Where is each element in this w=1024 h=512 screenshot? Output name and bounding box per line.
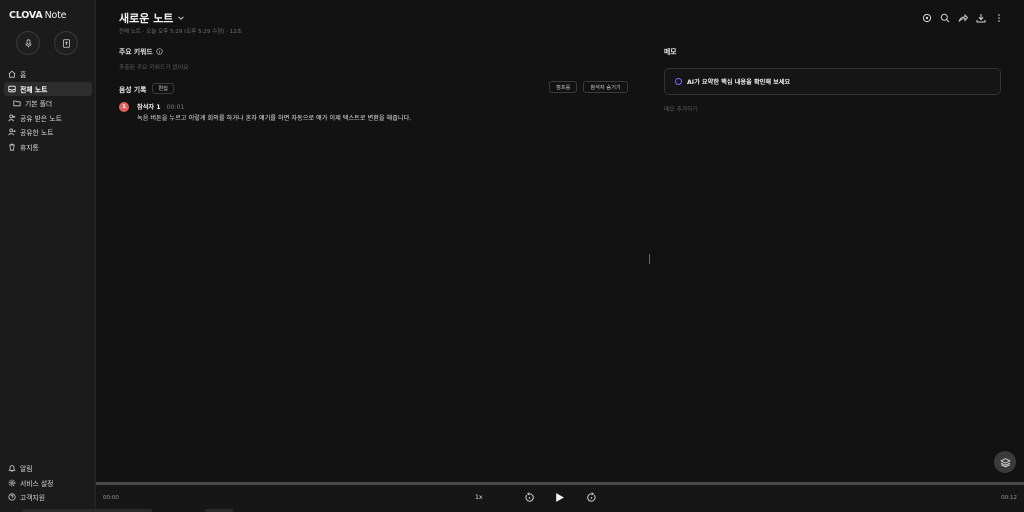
pane-resize-handle[interactable]: [649, 254, 650, 264]
gear-icon: [8, 479, 16, 486]
ai-summary-card[interactable]: AI가 요약한 핵심 내용을 확인해 보세요: [664, 68, 1001, 95]
playback-speed[interactable]: 1x: [475, 494, 483, 501]
note-toolbar: [921, 12, 1004, 23]
sidebar-nav: 홈 전체 노트 기본 폴더 공유 받은 노트 공유한 노트 휴지통: [4, 67, 92, 154]
search-icon: [940, 13, 949, 22]
microphone-icon: [25, 38, 31, 47]
sidebar: CLOVANote 홈 전체 노트 기본 폴더 공유 받은 노트 공유한 노트: [0, 0, 96, 512]
rewind-button[interactable]: [523, 491, 535, 503]
ai-summary-text: AI가 요약한 핵심 내용을 확인해 보세요: [687, 79, 791, 86]
inbox-icon: [8, 85, 16, 92]
keywords-title: 주요 키워드: [119, 46, 163, 56]
sidebar-item-settings[interactable]: 서비스 설정: [4, 476, 92, 490]
sidebar-item-label: 공유 받은 노트: [20, 114, 62, 123]
layers-button[interactable]: [994, 451, 1016, 473]
sidebar-item-label: 홈: [20, 71, 27, 79]
logo-bold: CLOVA: [9, 10, 43, 21]
download-button[interactable]: [975, 12, 986, 23]
forward-5-icon: [586, 491, 595, 502]
memo-add[interactable]: 메모 추가하기: [664, 104, 698, 113]
ai-sparkle-icon: [675, 78, 682, 85]
bell-icon: [8, 465, 16, 472]
forward-button[interactable]: [585, 491, 597, 503]
play-icon: [555, 492, 564, 502]
note-main: 새로운 노트 전체 노트 · 오늘 오후 5:29 (오후 5:29 수정) ·…: [96, 0, 1024, 482]
recording-actions: 점프를 참석자 숨기기: [549, 81, 628, 93]
note-title[interactable]: 새로운 노트: [119, 10, 185, 26]
upload-file-button[interactable]: [54, 31, 78, 55]
sidebar-item-label: 전체 노트: [20, 85, 48, 94]
speaker-name[interactable]: 참석자 1: [137, 104, 161, 111]
audio-player: 00:00 1x 00:12: [96, 482, 1024, 512]
memo-title: 메모: [664, 48, 677, 56]
user-received-icon: [8, 114, 16, 121]
sidebar-item-label: 알림: [20, 465, 33, 473]
more-vertical-icon: [997, 13, 1000, 22]
share-button[interactable]: [957, 12, 968, 23]
keywords-empty: 추출된 주요 키워드가 없어요: [119, 65, 189, 71]
download-icon: [976, 13, 985, 22]
trash-icon: [9, 143, 15, 151]
refresh-summary-icon: [922, 13, 931, 22]
hide-speakers-button[interactable]: 참석자 숨기기: [583, 81, 628, 93]
logo-light: Note: [44, 10, 67, 21]
current-time: 00:00: [103, 495, 119, 501]
sidebar-item-home[interactable]: 홈: [4, 67, 92, 81]
sidebar-item-label: 기본 폴더: [25, 100, 53, 108]
more-button[interactable]: [993, 12, 1004, 23]
sidebar-item-notifications[interactable]: 알림: [4, 461, 92, 475]
rewind-5-icon: [525, 491, 534, 502]
home-icon: [8, 70, 16, 78]
sidebar-item-label: 서비스 설정: [20, 479, 54, 488]
recording-title: 음성 기록 편집: [119, 83, 174, 94]
summary-button[interactable]: [921, 12, 932, 23]
keywords-title-text: 주요 키워드: [119, 48, 153, 56]
upload-file-icon: [62, 38, 70, 48]
record-button[interactable]: [16, 31, 40, 55]
speaker-avatar[interactable]: 1: [119, 102, 129, 112]
layers-icon: [999, 457, 1011, 467]
utterance-time[interactable]: 00:01: [167, 104, 185, 111]
sidebar-item-all-notes[interactable]: 전체 노트: [4, 81, 92, 96]
note-meta: 전체 노트 · 오늘 오후 5:29 (오후 5:29 수정) · 12초: [119, 29, 242, 35]
sidebar-item-trash[interactable]: 휴지통: [4, 140, 92, 154]
play-button[interactable]: [553, 491, 565, 503]
search-button[interactable]: [939, 12, 950, 23]
sidebar-item-label: 공유한 노트: [20, 129, 54, 137]
app-logo[interactable]: CLOVA Note: [9, 10, 66, 21]
jump-button[interactable]: 점프를: [549, 81, 578, 93]
edit-button[interactable]: 편집: [152, 83, 174, 94]
recording-title-text: 음성 기록: [119, 85, 147, 94]
utterance-text[interactable]: 녹음 버튼을 누르고 이렇게 회의를 하거나 혼자 얘기를 하면 자동으로 얘가…: [137, 113, 411, 122]
help-icon: [8, 493, 16, 501]
speaker-line: 참석자 1 00:01: [137, 102, 184, 111]
sidebar-bottom-nav: 알림 서비스 설정 고객지원: [4, 461, 92, 505]
sidebar-item-default-folder[interactable]: 기본 폴더: [4, 96, 92, 110]
sidebar-item-shared-by-me[interactable]: 공유한 노트: [4, 125, 92, 139]
progress-bar[interactable]: [96, 482, 1024, 485]
note-title-text: 새로운 노트: [119, 12, 174, 25]
share-icon: [958, 13, 968, 22]
user-shared-icon: [8, 128, 16, 136]
sidebar-item-shared-with-me[interactable]: 공유 받은 노트: [4, 111, 92, 125]
sidebar-item-label: 휴지통: [20, 143, 39, 152]
folder-icon: [13, 100, 21, 107]
sidebar-item-label: 고객지원: [20, 494, 46, 502]
total-time: 00:12: [1001, 495, 1017, 501]
chevron-down-icon[interactable]: [177, 14, 185, 22]
info-icon[interactable]: [155, 47, 163, 55]
sidebar-item-support[interactable]: 고객지원: [4, 490, 92, 504]
